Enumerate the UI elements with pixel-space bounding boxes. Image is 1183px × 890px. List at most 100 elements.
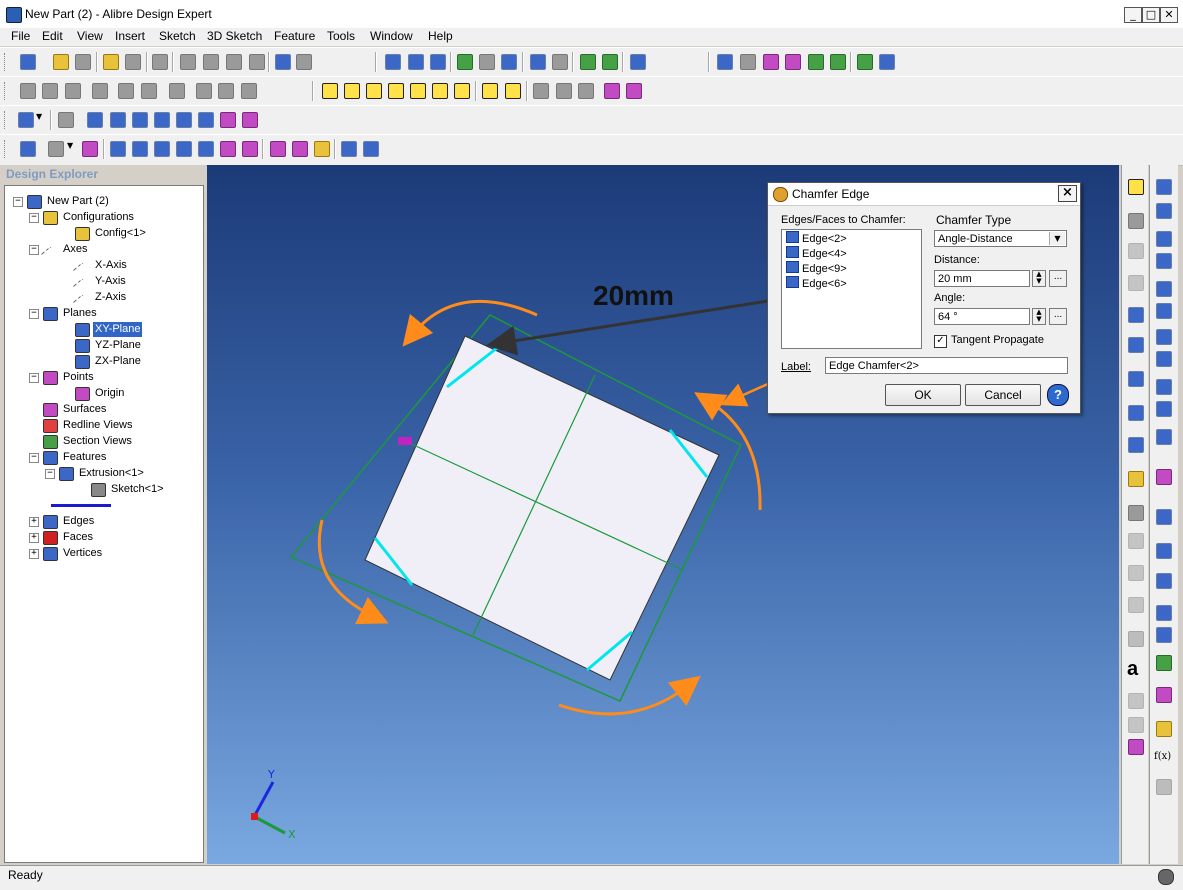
help-icon[interactable]: ? (1047, 384, 1069, 406)
extrude-icon[interactable] (1156, 179, 1172, 195)
menu-file[interactable]: File (11, 29, 30, 43)
hole-icon[interactable] (1156, 401, 1172, 417)
surface-tool-icon[interactable] (785, 54, 801, 70)
save-icon[interactable] (75, 54, 91, 70)
previous-view-icon[interactable] (530, 54, 546, 70)
sketch-tool-icon[interactable] (141, 83, 157, 99)
design-explorer-icon[interactable] (20, 141, 36, 157)
split-icon[interactable] (1156, 687, 1172, 703)
cut-revolve-icon[interactable] (1156, 303, 1172, 319)
sketch-tool-icon[interactable] (169, 83, 185, 99)
arc-icon[interactable] (1128, 371, 1144, 387)
chevron-down-icon[interactable]: ▼ (67, 141, 75, 155)
open-folder-icon[interactable] (103, 54, 119, 70)
copy-icon[interactable] (203, 54, 219, 70)
cut-sweep-icon[interactable] (1156, 329, 1172, 345)
selection-filter-icon[interactable] (580, 54, 596, 70)
line-tool-icon[interactable] (1128, 307, 1144, 323)
probe-icon[interactable] (626, 83, 642, 99)
line-icon[interactable] (1128, 243, 1144, 259)
redo-icon[interactable] (296, 54, 312, 70)
expand-icon[interactable]: + (29, 549, 39, 559)
chevron-down-icon[interactable]: ▼ (1049, 232, 1065, 245)
mass-properties-icon[interactable] (879, 54, 895, 70)
sketch-activate-icon[interactable] (1128, 179, 1144, 195)
menu-window[interactable]: Window (370, 29, 413, 43)
target-icon[interactable] (1128, 631, 1144, 647)
text-icon[interactable]: a (1127, 659, 1141, 679)
distance-browse-button[interactable]: ... (1049, 270, 1067, 287)
trim-icon[interactable] (1128, 533, 1144, 549)
shell-icon[interactable] (1156, 429, 1172, 445)
sketch-tool-icon[interactable] (20, 83, 36, 99)
list-item[interactable]: Edge<6> (786, 276, 847, 291)
design-explorer-tree[interactable]: − New Part (2) − Configurations Config<1> − Ax… (4, 185, 204, 863)
feature-tool-icon[interactable] (176, 141, 192, 157)
view-top-icon[interactable] (410, 83, 426, 99)
filter-icon[interactable] (602, 54, 618, 70)
circular-pattern-icon[interactable] (1156, 605, 1172, 621)
hidden-line-icon[interactable] (556, 83, 572, 99)
collapse-icon[interactable]: − (29, 213, 39, 223)
angle-browse-button[interactable]: ... (1049, 308, 1067, 325)
feature-tool-icon[interactable] (363, 141, 379, 157)
undo-icon[interactable] (275, 54, 291, 70)
wireframe-icon[interactable] (578, 83, 594, 99)
menu-tools[interactable]: Tools (327, 29, 355, 43)
rotate-view-icon[interactable] (505, 83, 521, 99)
line-icon[interactable] (1128, 275, 1144, 291)
table-tool-icon[interactable] (808, 54, 824, 70)
dialog-close-button[interactable]: × (1058, 185, 1077, 202)
view-front-icon[interactable] (322, 83, 338, 99)
distance-input[interactable]: 20 mm (934, 270, 1030, 287)
menu-help[interactable]: Help (428, 29, 453, 43)
loft-icon[interactable] (1156, 253, 1172, 269)
expand-icon[interactable]: + (29, 517, 39, 527)
cross-icon[interactable] (1128, 213, 1144, 229)
scale-icon[interactable] (1156, 721, 1172, 737)
select-feature-icon[interactable] (198, 112, 214, 128)
angle-input[interactable]: 64 ° (934, 308, 1030, 325)
view-right-icon[interactable] (388, 83, 404, 99)
select-plane-icon[interactable] (176, 112, 192, 128)
linear-pattern-icon[interactable] (1156, 573, 1172, 589)
select-body-icon[interactable] (154, 112, 170, 128)
angle-stepper[interactable]: ▲ ▼ (1032, 308, 1046, 325)
menu-3d-sketch[interactable]: 3D Sketch (207, 29, 262, 43)
tangent-propagate-checkbox[interactable]: ✓ (934, 335, 947, 348)
zoom-in-icon[interactable] (457, 54, 473, 70)
normal-to-icon[interactable] (482, 83, 498, 99)
circle-icon[interactable] (1128, 337, 1144, 353)
measure-icon[interactable] (604, 83, 620, 99)
feature-tool-icon[interactable] (154, 141, 170, 157)
cut-extrude-icon[interactable] (1156, 281, 1172, 297)
grid-icon[interactable] (218, 83, 234, 99)
feature-tool-icon[interactable] (270, 141, 286, 157)
feature-tool-icon[interactable] (242, 141, 258, 157)
collapse-icon[interactable]: − (29, 373, 39, 383)
mirror-feature-icon[interactable] (1156, 627, 1172, 643)
ok-button[interactable]: OK (885, 384, 961, 406)
solid-icon[interactable] (48, 141, 64, 157)
feature-tool-icon[interactable] (110, 141, 126, 157)
select-icon[interactable] (385, 54, 401, 70)
feature-tool-icon[interactable] (314, 141, 330, 157)
fillet-sketch-icon[interactable] (1128, 565, 1144, 581)
intersect-icon[interactable] (1128, 739, 1144, 755)
cut-loft-icon[interactable] (1156, 351, 1172, 367)
check-icon[interactable] (857, 54, 873, 70)
feature-tool-icon[interactable] (82, 141, 98, 157)
close-button[interactable]: ✕ (1160, 7, 1178, 23)
sweep-icon[interactable] (1156, 231, 1172, 247)
toolbar-grip[interactable] (4, 53, 8, 71)
collapse-icon[interactable]: − (45, 469, 55, 479)
revolve-icon[interactable] (1156, 203, 1172, 219)
maximize-button[interactable]: □ (1142, 7, 1160, 23)
feature-tool-icon[interactable] (341, 141, 357, 157)
part-select-icon[interactable] (18, 112, 34, 128)
rollback-bar-icon[interactable] (51, 504, 111, 507)
chamfer-type-select[interactable]: Angle-Distance ▼ (934, 230, 1067, 247)
label-input[interactable]: Edge Chamfer<2> (825, 357, 1068, 374)
new-part-icon[interactable] (20, 54, 36, 70)
copy-sketch-icon[interactable] (1128, 693, 1144, 709)
